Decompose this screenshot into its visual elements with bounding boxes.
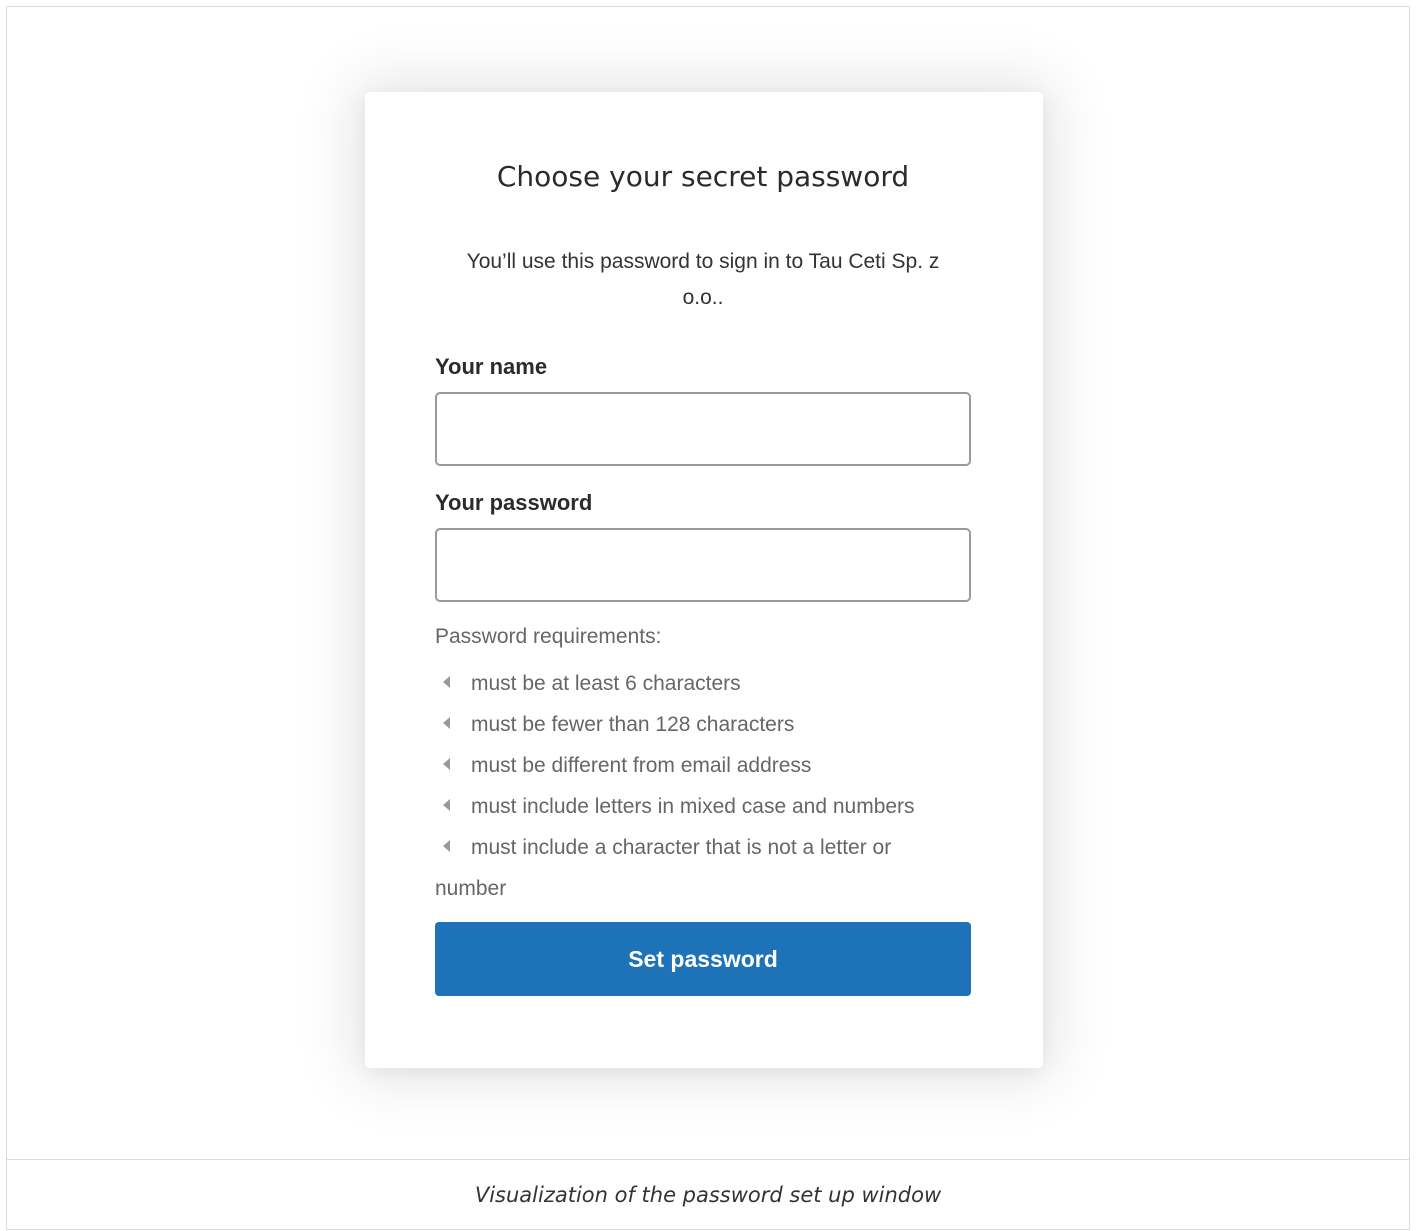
password-label: Your password	[435, 490, 593, 515]
caret-left-icon	[443, 676, 450, 689]
figure-frame: Choose your secret password You’ll use t…	[6, 6, 1410, 1230]
requirement-text-wrap: number	[435, 877, 507, 900]
subtitle: You’ll use this password to sign in to T…	[435, 244, 971, 316]
password-input[interactable]	[435, 528, 971, 602]
caret-left-icon	[443, 799, 450, 812]
password-setup-card: Choose your secret password You’ll use t…	[365, 92, 1043, 1068]
page-title: Choose your secret password	[496, 160, 910, 193]
name-label: Your name	[435, 354, 548, 379]
set-password-button[interactable]: Set password	[435, 922, 971, 996]
subtitle-line: o.o..	[682, 286, 724, 309]
requirement-text: must be at least 6 characters	[471, 672, 741, 695]
requirement-item: must include a character that is not a l…	[435, 827, 971, 909]
requirement-item: must include letters in mixed case and n…	[435, 786, 971, 827]
requirements-heading: Password requirements:	[435, 625, 662, 648]
name-input[interactable]	[435, 392, 971, 466]
caret-left-icon	[443, 717, 450, 730]
requirement-item: must be fewer than 128 characters	[435, 704, 971, 745]
requirement-item: must be different from email address	[435, 745, 971, 786]
screenshot-area: Choose your secret password You’ll use t…	[7, 7, 1409, 1160]
caret-left-icon	[443, 758, 450, 771]
requirement-text: must include letters in mixed case and n…	[471, 795, 915, 818]
requirement-text: must be different from email address	[471, 754, 812, 777]
requirement-item: must be at least 6 characters	[435, 663, 971, 704]
requirement-text: must include a character that is not a l…	[471, 836, 892, 859]
subtitle-line: You’ll use this password to sign in to T…	[466, 250, 940, 273]
figure-caption: Visualization of the password set up win…	[474, 1183, 942, 1207]
requirements-list: must be at least 6 characters must be fe…	[435, 663, 971, 909]
caret-left-icon	[443, 840, 450, 853]
requirement-text: must be fewer than 128 characters	[471, 713, 795, 736]
